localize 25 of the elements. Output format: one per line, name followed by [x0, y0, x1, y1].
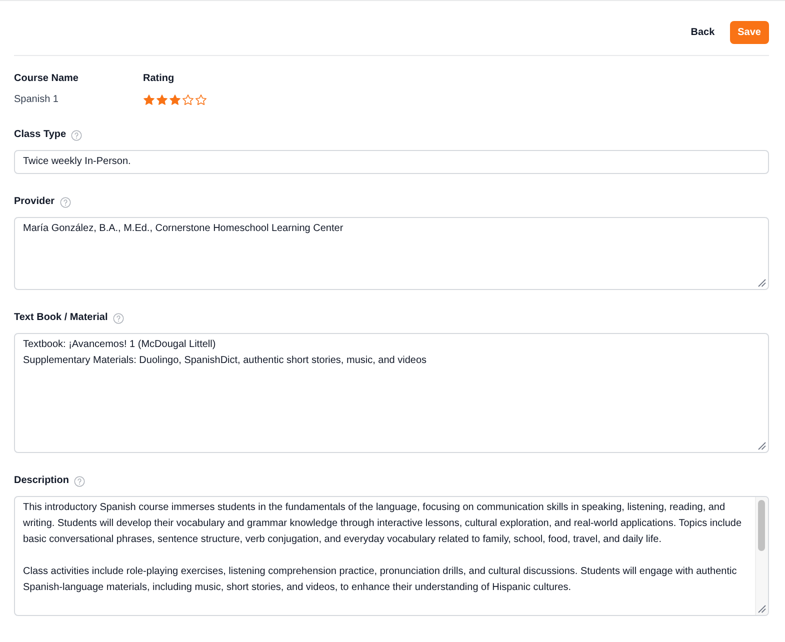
field-label: Provider [14, 195, 55, 209]
filled-star-icon[interactable] [143, 94, 155, 106]
text-area[interactable]: María González, B.A., M.Ed., Cornerstone Homeschool Learning Center [14, 217, 769, 290]
summary-value: Spanish 1 [14, 93, 60, 107]
filled-star-icon[interactable] [156, 94, 168, 106]
text-area[interactable]: This introductory Spanish course immerses students in the fundamentals of the language, focusing on communication skills in speaking, listening, reading, and writing. Students will develop their vocabulary and grammar knowledge through interactive lessons, cultural exploration, and real-world applications. Topics include basic conversational phrases, sentence structure, verb conjugation, and everyday vocabulary related to family, school, food, travel, and daily life. Class activities include role-playing exercises, listening comprehension practice, pronunciation drills, and cultural discussions. Students will engage with authentic Spanish-language materials, including music, short stories, and videos, to enhance their understanding of Hispanic cultures. [14, 496, 769, 616]
help-icon[interactable] [112, 312, 124, 324]
text-area[interactable]: Textbook: ¡Avancemos! 1 (McDougal Littell) Supplementary Materials: Duolingo, SpanishDict, authentic short stories, music, and videos [14, 333, 769, 453]
empty-star-icon[interactable] [195, 94, 207, 106]
resize-grip-icon[interactable] [758, 279, 766, 287]
scrollbar-thumb[interactable] [758, 500, 765, 551]
help-icon[interactable] [60, 196, 71, 208]
scrollbar-track[interactable] [755, 497, 768, 615]
summary-label: Rating [143, 72, 176, 86]
help-icon[interactable] [71, 130, 82, 140]
field-label: Text Book / Material [14, 311, 108, 325]
resize-grip-icon[interactable] [758, 605, 766, 613]
back-button[interactable]: Back [690, 22, 715, 44]
field-label: Description [14, 474, 70, 488]
resize-grip-icon[interactable] [758, 442, 766, 450]
summary-label: Course Name [14, 72, 80, 86]
text-input[interactable]: Twice weekly In-Person. [14, 150, 769, 174]
field-label: Class Type [14, 128, 66, 142]
help-icon[interactable] [74, 476, 86, 486]
filled-star-icon[interactable] [169, 94, 181, 106]
